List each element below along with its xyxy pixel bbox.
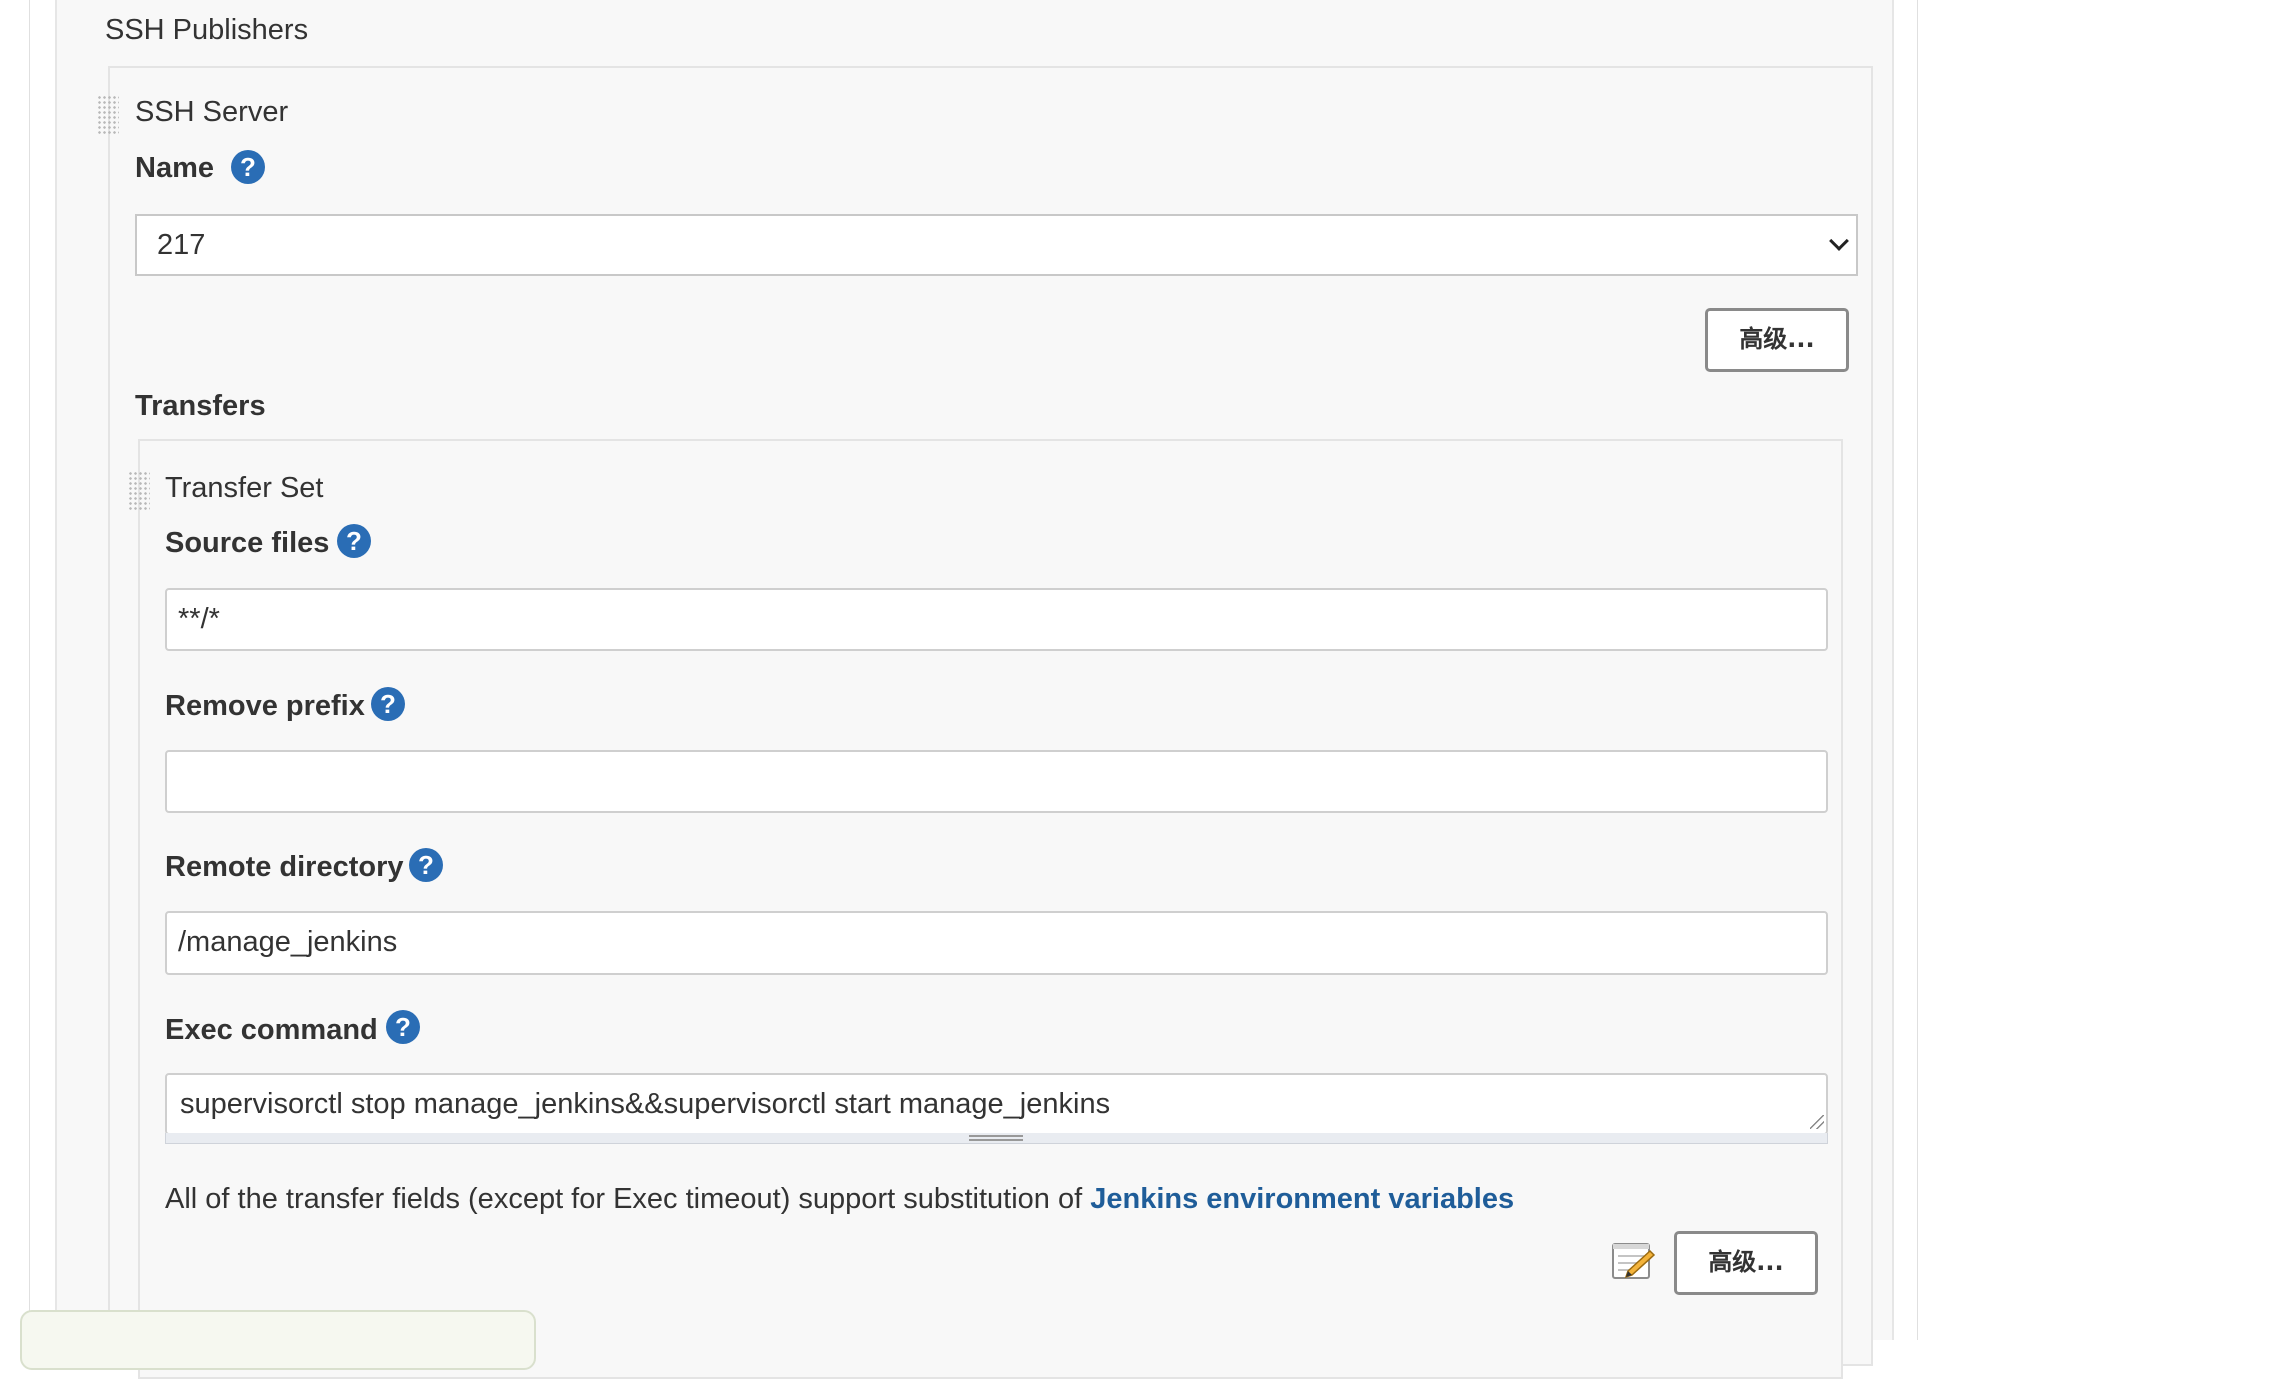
transfers-title: Transfers <box>135 390 266 422</box>
server-advanced-button[interactable]: 高级... <box>1705 308 1849 372</box>
drag-handle-icon[interactable] <box>128 471 150 511</box>
transfer-set-box <box>138 439 1843 1379</box>
remote-directory-label: Remote directory <box>165 851 404 883</box>
env-vars-note: All of the transfer fields (except for E… <box>165 1183 1514 1216</box>
source-files-input[interactable]: **/* <box>165 588 1828 651</box>
source-files-label: Source files <box>165 527 330 559</box>
name-label: Name <box>135 152 214 184</box>
ssh-server-title: SSH Server <box>135 96 289 128</box>
remote-directory-input[interactable]: /manage_jenkins <box>165 911 1828 975</box>
page-left-rail <box>29 0 30 1340</box>
section-title: SSH Publishers <box>105 14 309 46</box>
drag-handle-icon[interactable] <box>97 95 119 135</box>
name-select[interactable]: 217 <box>135 214 1858 276</box>
resize-grip-icon[interactable] <box>1810 1115 1824 1129</box>
note-text: All of the transfer fields (except for E… <box>165 1183 1091 1215</box>
notepad-icon[interactable] <box>1610 1238 1656 1282</box>
help-icon[interactable]: ? <box>371 687 405 721</box>
exec-command-label: Exec command <box>165 1014 378 1046</box>
textarea-resize-bar[interactable] <box>165 1133 1828 1144</box>
help-icon[interactable]: ? <box>337 524 371 558</box>
page-right-rail <box>1917 0 1918 1340</box>
remove-prefix-input[interactable] <box>165 750 1828 813</box>
help-icon[interactable]: ? <box>386 1010 420 1044</box>
help-icon[interactable]: ? <box>409 848 443 882</box>
name-select-value: 217 <box>157 229 206 261</box>
transfer-set-title: Transfer Set <box>165 472 324 504</box>
exec-command-textarea[interactable]: supervisorctl stop manage_jenkins&&super… <box>165 1073 1828 1135</box>
env-vars-link[interactable]: Jenkins environment variables <box>1090 1183 1514 1215</box>
help-icon[interactable]: ? <box>231 150 265 184</box>
bottom-popup <box>20 1310 536 1370</box>
remove-prefix-label: Remove prefix <box>165 690 365 722</box>
transfer-advanced-button[interactable]: 高级... <box>1674 1231 1818 1295</box>
